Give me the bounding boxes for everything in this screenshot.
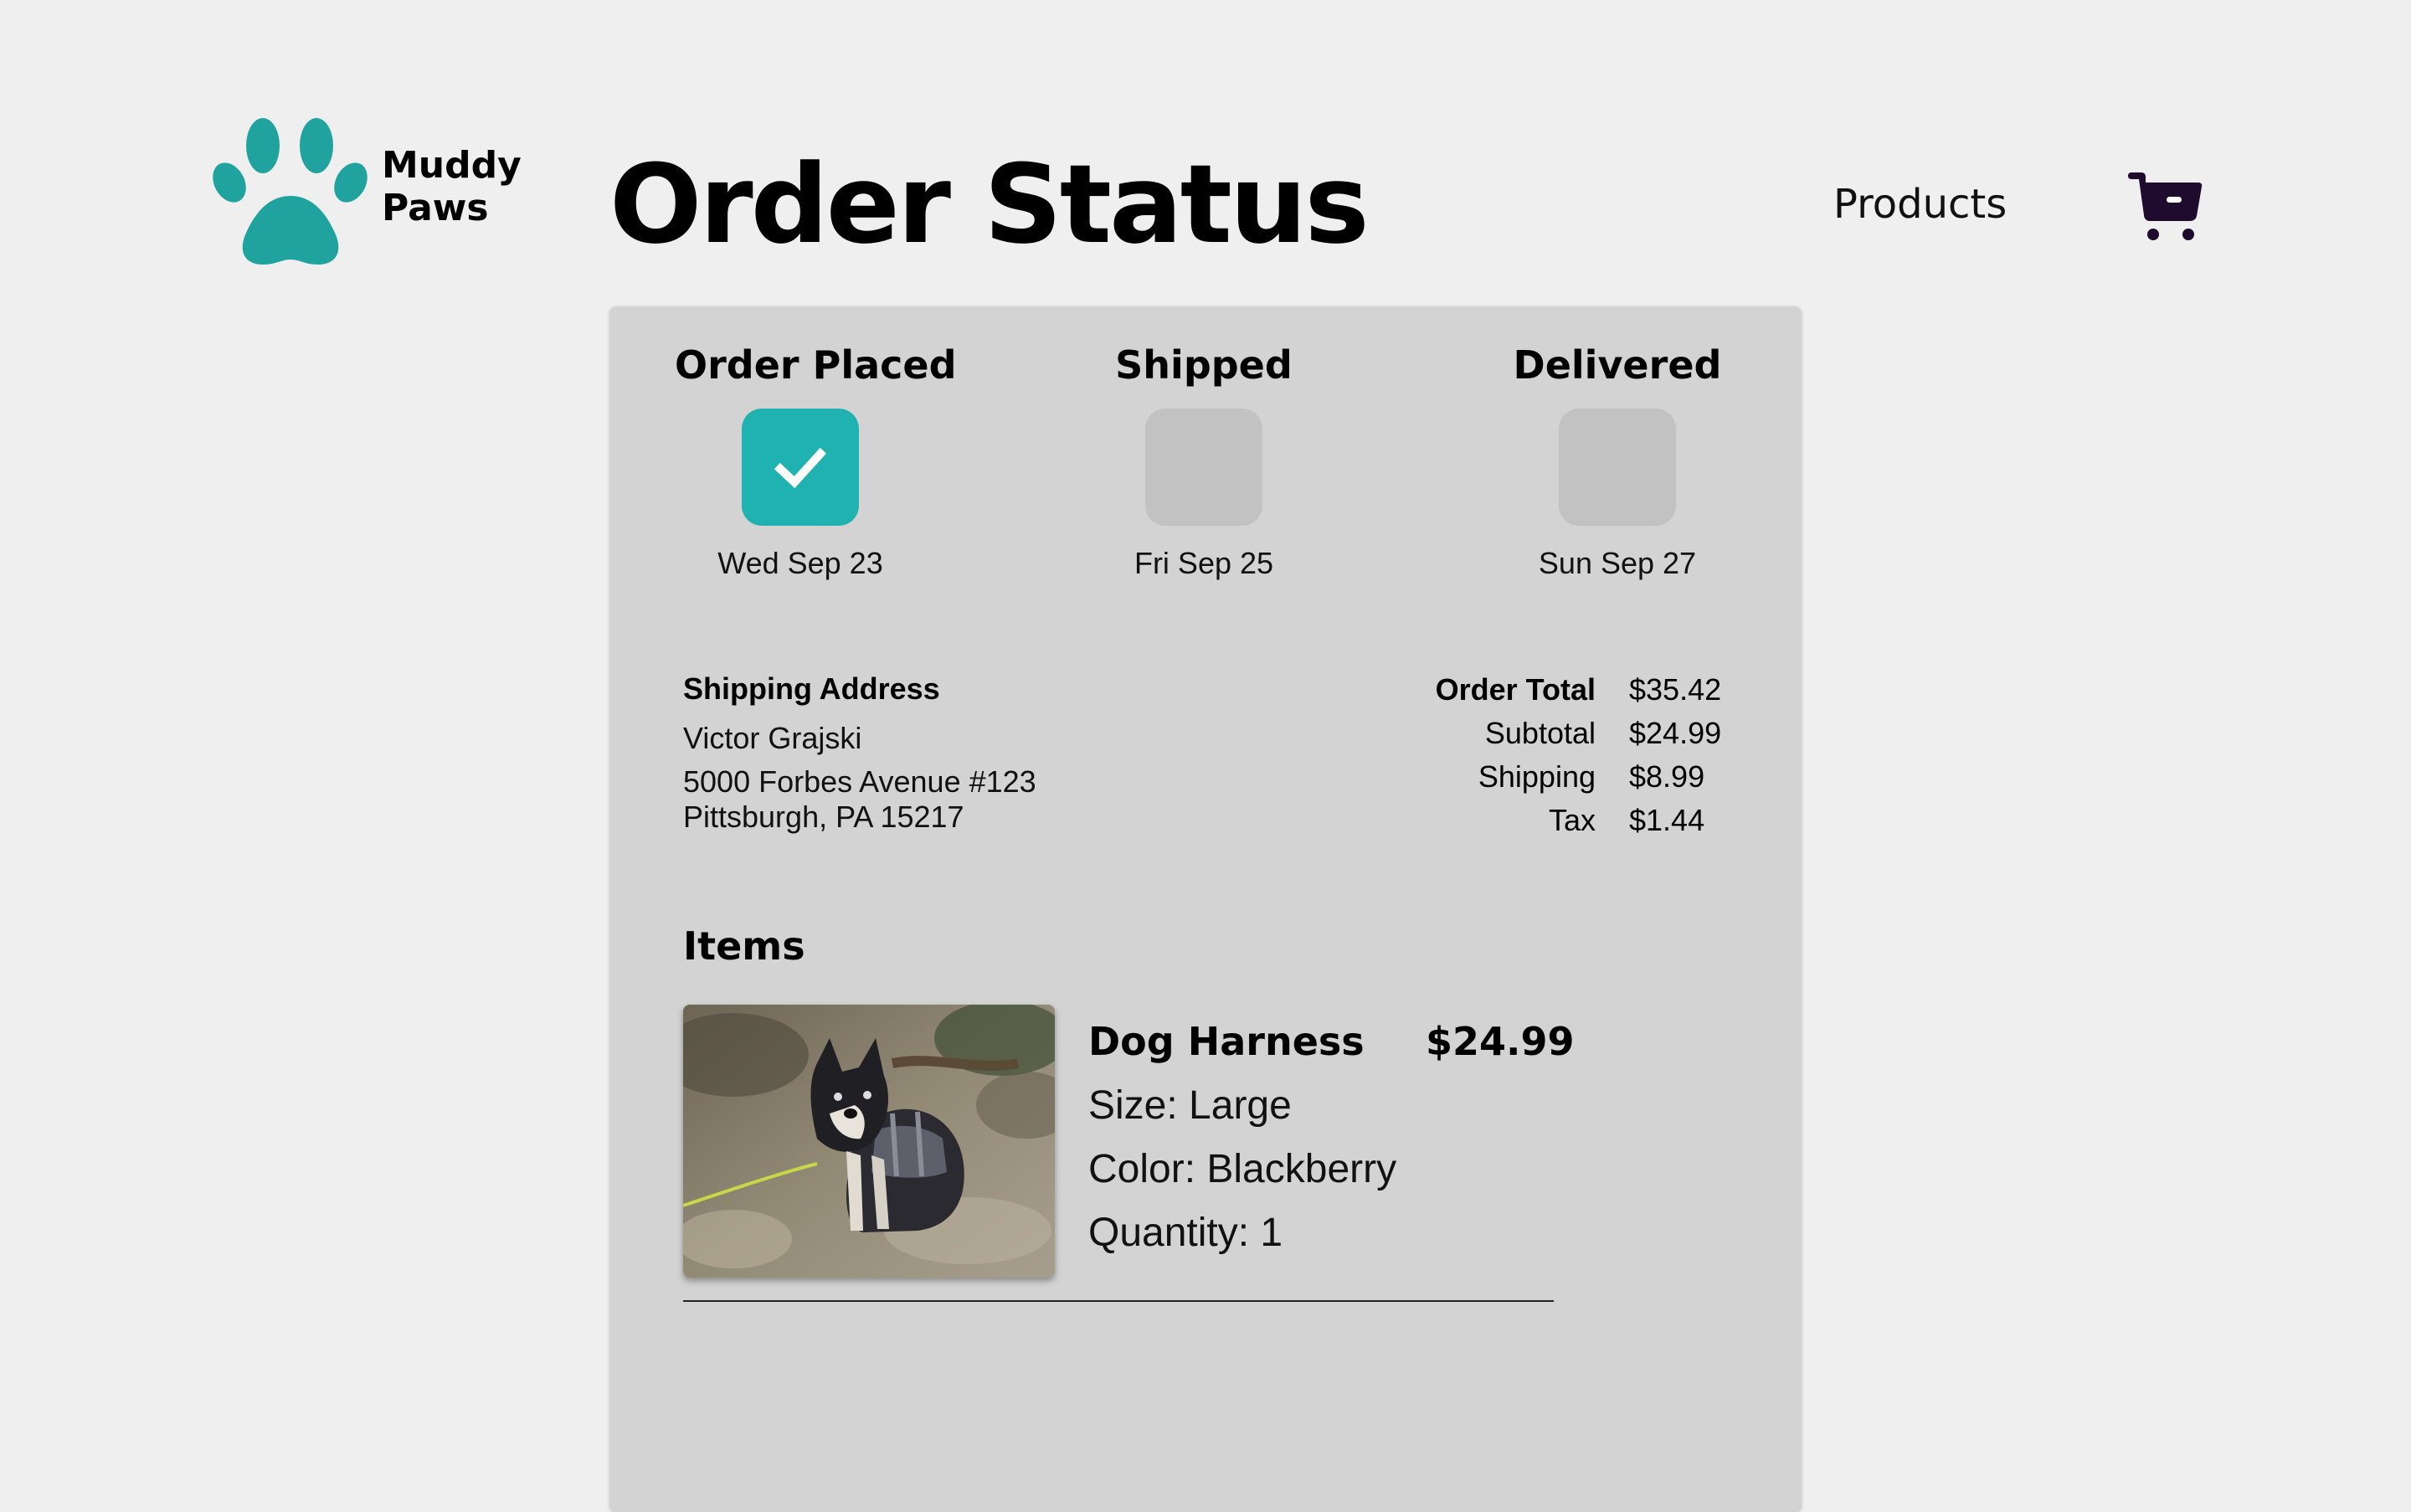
page-title: Order Status bbox=[609, 141, 1370, 268]
step-label: Order Placed bbox=[675, 342, 957, 388]
order-panel: Order Placed Wed Sep 23 Shipped Fri Sep … bbox=[609, 306, 1802, 1512]
subtotal-value: $24.99 bbox=[1629, 716, 1722, 750]
status-checkbox-order-placed bbox=[742, 409, 859, 526]
order-total-label: Order Total bbox=[1435, 672, 1596, 707]
step-label: Shipped bbox=[1115, 342, 1293, 388]
item-name: Dog Harness bbox=[1088, 1019, 1365, 1064]
item-divider bbox=[683, 1300, 1554, 1302]
step-label: Delivered bbox=[1513, 342, 1722, 388]
item-price: $24.99 bbox=[1426, 1019, 1575, 1064]
item-color: Color: Blackberry bbox=[1088, 1147, 1397, 1191]
tax-value: $1.44 bbox=[1629, 803, 1705, 837]
paw-icon bbox=[213, 118, 368, 265]
status-checkbox-delivered bbox=[1559, 409, 1676, 526]
subtotal-row: Subtotal $24.99 bbox=[609, 712, 1802, 755]
brand-name-line2: Paws bbox=[382, 187, 489, 230]
cart-icon[interactable] bbox=[2126, 166, 2203, 243]
tax-row: Tax $1.44 bbox=[609, 799, 1802, 842]
shipping-cost-label: Shipping bbox=[1478, 759, 1596, 794]
order-total-row: Order Total $35.42 bbox=[609, 668, 1802, 712]
item-size: Size: Large bbox=[1088, 1083, 1292, 1128]
items-heading: Items bbox=[683, 923, 805, 969]
item-quantity: Quantity: 1 bbox=[1088, 1211, 1283, 1255]
tax-label: Tax bbox=[1548, 803, 1596, 837]
status-checkbox-shipped bbox=[1145, 409, 1262, 526]
subtotal-label: Subtotal bbox=[1484, 716, 1596, 750]
shipping-cost-row: Shipping $8.99 bbox=[609, 755, 1802, 799]
step-date: Fri Sep 25 bbox=[1134, 546, 1274, 580]
shipping-cost-value: $8.99 bbox=[1629, 759, 1705, 794]
nav-products-link[interactable]: Products bbox=[1833, 177, 2007, 231]
check-icon bbox=[774, 447, 827, 489]
brand-name-line1: Muddy bbox=[382, 144, 522, 187]
step-date: Sun Sep 27 bbox=[1538, 546, 1697, 580]
dog-harness-photo[interactable] bbox=[683, 1005, 1055, 1278]
step-date: Wed Sep 23 bbox=[717, 546, 883, 580]
brand-name[interactable]: Muddy Paws bbox=[382, 144, 522, 229]
order-total-value: $35.42 bbox=[1629, 672, 1722, 707]
